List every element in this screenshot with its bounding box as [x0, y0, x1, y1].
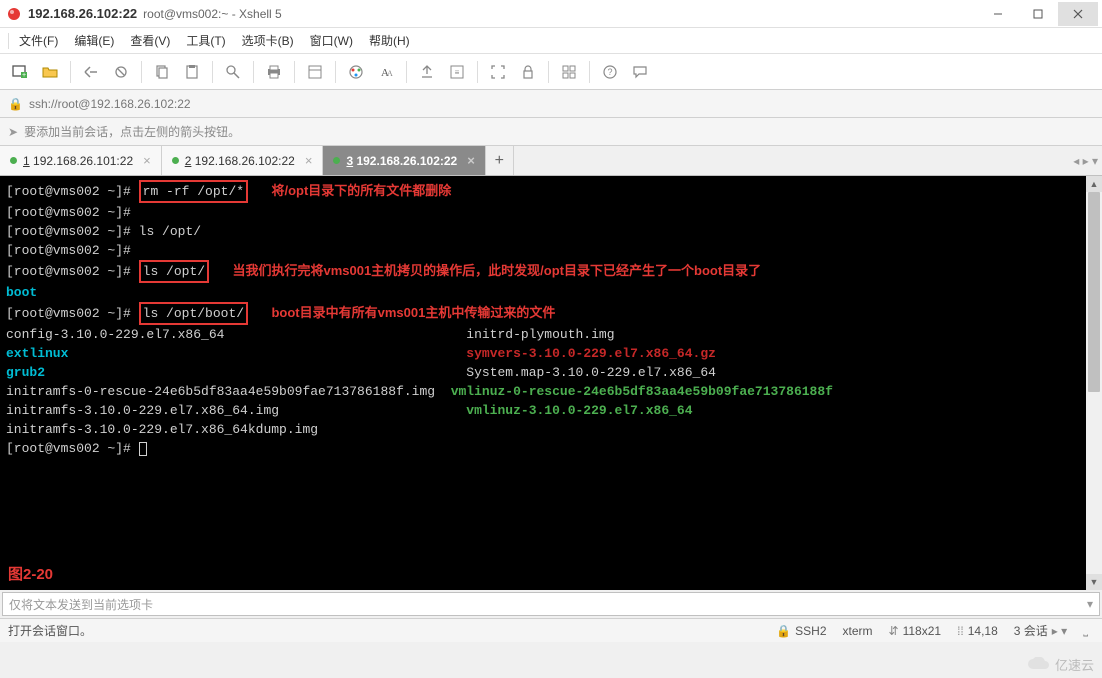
- chat-button[interactable]: [626, 58, 654, 86]
- app-icon: [6, 6, 22, 22]
- fullscreen-button[interactable]: [484, 58, 512, 86]
- watermark: 亿速云: [1027, 655, 1094, 674]
- terminal[interactable]: [root@vms002 ~]# rm -rf /opt/* 将/opt目录下的…: [0, 176, 1086, 590]
- scroll-down-button[interactable]: ▼: [1086, 574, 1102, 590]
- disconnect-button[interactable]: [107, 58, 135, 86]
- tab-close-icon[interactable]: ×: [143, 153, 151, 168]
- menu-file[interactable]: 文件(F): [11, 28, 66, 53]
- tab-3-active[interactable]: 3 192.168.26.102:22 ×: [323, 146, 485, 175]
- tab-status-dot: [10, 157, 17, 164]
- print-button[interactable]: [260, 58, 288, 86]
- svg-text:≡: ≡: [455, 68, 460, 77]
- color-button[interactable]: [342, 58, 370, 86]
- copy-button[interactable]: [148, 58, 176, 86]
- svg-text:?: ?: [607, 67, 612, 77]
- reconnect-button[interactable]: [77, 58, 105, 86]
- ssh-icon: 🔒: [776, 624, 791, 638]
- menu-tab[interactable]: 选项卡(B): [234, 28, 302, 53]
- menu-edit[interactable]: 编辑(E): [66, 28, 122, 53]
- tab-status-dot: [333, 157, 340, 164]
- status-ssh: SSH2: [795, 624, 826, 638]
- tabstrip: 1 192.168.26.101:22 × 2 192.168.26.102:2…: [0, 146, 1102, 176]
- titlebar: 192.168.26.102:22 root@vms002:~ - Xshell…: [0, 0, 1102, 28]
- close-button[interactable]: [1058, 2, 1098, 26]
- scroll-up-button[interactable]: ▲: [1086, 176, 1102, 192]
- lock-icon: 🔒: [8, 97, 23, 111]
- script-button[interactable]: ≡: [443, 58, 471, 86]
- figure-label: 图2-20: [8, 565, 53, 584]
- open-session-button[interactable]: [36, 58, 64, 86]
- tab-nav-arrows[interactable]: ◂ ▸ ▾: [1073, 146, 1098, 175]
- toolbar: + AA ≡ ?: [0, 54, 1102, 90]
- menubar: 文件(F) 编辑(E) 查看(V) 工具(T) 选项卡(B) 窗口(W) 帮助(…: [0, 28, 1102, 54]
- status-size: 118x21: [903, 624, 941, 638]
- help-button[interactable]: ?: [596, 58, 624, 86]
- tab-close-icon[interactable]: ×: [467, 153, 475, 168]
- tab-1[interactable]: 1 192.168.26.101:22 ×: [0, 146, 162, 175]
- hint-text: 要添加当前会话，点击左侧的箭头按钮。: [24, 123, 240, 140]
- menu-tools[interactable]: 工具(T): [178, 28, 233, 53]
- hint-arrow-icon[interactable]: ➤: [8, 125, 18, 139]
- window-subtitle: root@vms002:~ - Xshell 5: [143, 7, 282, 21]
- transfer-button[interactable]: [413, 58, 441, 86]
- font-button[interactable]: AA: [372, 58, 400, 86]
- maximize-button[interactable]: [1018, 2, 1058, 26]
- svg-text:A: A: [387, 69, 393, 78]
- window-title: 192.168.26.102:22: [28, 6, 137, 21]
- pos-icon: ⁞⁞: [957, 624, 964, 638]
- input-dropdown-icon[interactable]: ▾: [1087, 597, 1093, 611]
- tab-2[interactable]: 2 192.168.26.102:22 ×: [162, 146, 324, 175]
- send-input-bar[interactable]: 仅将文本发送到当前选项卡 ▾: [2, 592, 1100, 616]
- lock-button[interactable]: [514, 58, 542, 86]
- address-url: ssh://root@192.168.26.102:22: [29, 97, 191, 111]
- status-message: 打开会话窗口。: [8, 622, 92, 639]
- cap-icon: ⎵: [1083, 623, 1088, 638]
- paste-button[interactable]: [178, 58, 206, 86]
- terminal-scrollbar[interactable]: ▲ ▼: [1086, 176, 1102, 590]
- input-placeholder: 仅将文本发送到当前选项卡: [9, 596, 153, 613]
- status-pos: 14,18: [968, 624, 998, 638]
- minimize-button[interactable]: [978, 2, 1018, 26]
- add-tab-button[interactable]: +: [486, 146, 514, 175]
- svg-text:+: +: [22, 72, 26, 79]
- tab-close-icon[interactable]: ×: [305, 153, 313, 168]
- terminal-area: [root@vms002 ~]# rm -rf /opt/* 将/opt目录下的…: [0, 176, 1102, 590]
- status-sessions: 3 会话: [1014, 622, 1048, 639]
- tab-status-dot: [172, 157, 179, 164]
- find-button[interactable]: [219, 58, 247, 86]
- addressbar[interactable]: 🔒 ssh://root@192.168.26.102:22: [0, 90, 1102, 118]
- menu-view[interactable]: 查看(V): [122, 28, 178, 53]
- new-session-button[interactable]: +: [6, 58, 34, 86]
- scroll-thumb[interactable]: [1088, 192, 1100, 392]
- properties-button[interactable]: [301, 58, 329, 86]
- hintbar: ➤ 要添加当前会话，点击左侧的箭头按钮。: [0, 118, 1102, 146]
- menu-help[interactable]: 帮助(H): [361, 28, 418, 53]
- layout-button[interactable]: [555, 58, 583, 86]
- sessions-dropdown-icon[interactable]: ▸ ▾: [1052, 624, 1067, 638]
- status-term: xterm: [837, 624, 879, 638]
- size-icon: ⇵: [889, 624, 899, 638]
- menu-window[interactable]: 窗口(W): [302, 28, 361, 53]
- statusbar: 打开会话窗口。 🔒 SSH2 xterm ⇵ 118x21 ⁞⁞ 14,18 3 …: [0, 618, 1102, 642]
